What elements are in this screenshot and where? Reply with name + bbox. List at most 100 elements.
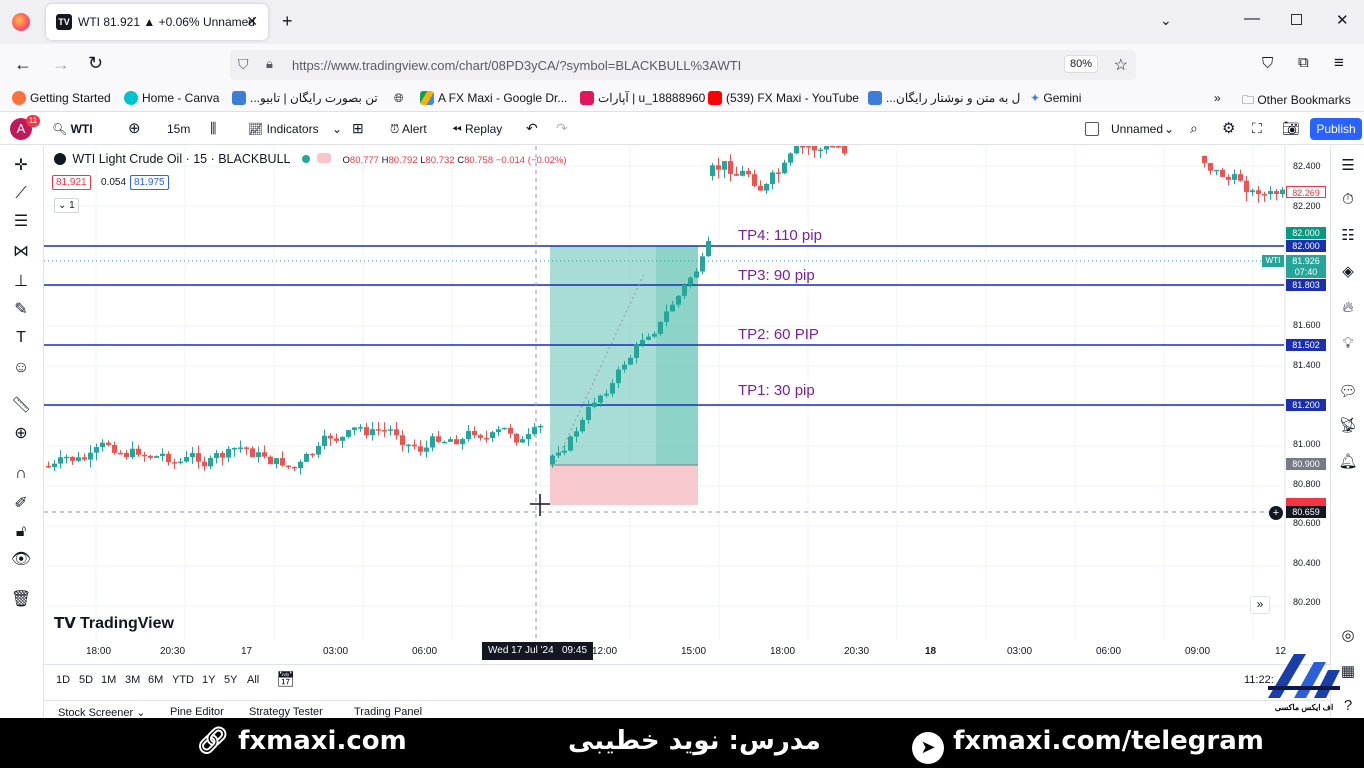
tab-strategy-tester[interactable]: Strategy Tester <box>249 706 323 718</box>
patterns-icon[interactable]: ⋈ <box>11 242 31 262</box>
back-icon[interactable]: ← <box>14 54 32 75</box>
close-window-icon[interactable]: ✕ <box>1336 11 1349 29</box>
trend-line-icon[interactable]: ⟋ <box>11 184 31 204</box>
tp4-label[interactable]: TP4: 110 pip <box>738 227 822 244</box>
watchlist-icon[interactable]: ☰ <box>1338 156 1358 176</box>
redo-icon[interactable]: ↷ <box>556 120 568 137</box>
ideas-bulb-icon[interactable]: 💡︎ <box>1338 334 1358 354</box>
pocket-icon[interactable]: ⛉ <box>1262 55 1273 72</box>
bookmark-gemini[interactable]: ✦ Gemini <box>1030 91 1081 105</box>
scroll-to-realtime-icon[interactable]: » <box>1250 596 1270 614</box>
interval-button[interactable]: 15m <box>167 122 190 136</box>
lock-icon[interactable]: 🔒︎ <box>266 56 273 72</box>
layout-name[interactable]: Unnamed <box>1111 122 1163 136</box>
fullscreen-icon[interactable]: ⛶ <box>1252 120 1262 137</box>
go-to-date-calendar-icon[interactable]: 📅︎ <box>276 670 295 688</box>
measure-icon[interactable]: ⊥ <box>11 272 31 292</box>
range-1m[interactable]: 1M <box>101 674 116 686</box>
lock-drawings-icon[interactable]: 🔓︎ <box>11 522 31 542</box>
stay-drawing-icon[interactable]: ✐ <box>11 494 31 514</box>
price-chart-canvas[interactable] <box>44 146 1330 640</box>
indicators-button[interactable]: 📈︎ Indicators <box>248 122 319 136</box>
zoom-in-icon[interactable]: ⊕ <box>11 424 31 444</box>
tp1-label[interactable]: TP1: 30 pip <box>738 382 815 399</box>
tp3-label[interactable]: TP3: 90 pip <box>738 267 815 284</box>
tab-trading-panel[interactable]: Trading Panel <box>354 706 422 718</box>
emoji-icon[interactable]: ☺ <box>11 358 31 378</box>
new-tab-icon[interactable]: + <box>282 11 293 32</box>
object-tree-icon[interactable]: ☷ <box>1338 226 1358 246</box>
dom-icon[interactable]: ◎ <box>1338 626 1358 646</box>
bookmark-aparat[interactable]: آپارات | u_18888960 <box>580 91 705 105</box>
range-5y[interactable]: 5Y <box>224 674 237 686</box>
brush-icon[interactable]: ✎ <box>11 300 31 320</box>
ruler-icon[interactable]: 📏︎ <box>11 396 31 416</box>
url-text[interactable]: https://www.tradingview.com/chart/08PD3y… <box>292 58 741 73</box>
minimize-icon[interactable]: — <box>1244 10 1260 28</box>
bookmark-getting-started[interactable]: Getting Started <box>12 91 111 105</box>
banner-site[interactable]: 🔗︎ fxmaxi.com <box>196 726 407 756</box>
magnet-icon[interactable]: ∩ <box>11 464 31 484</box>
hotlist-flame-icon[interactable]: 🔥︎ <box>1338 298 1358 318</box>
bookmark-youtube[interactable]: (539) FX Maxi - YouTube <box>708 91 859 105</box>
restore-icon[interactable] <box>1291 14 1302 25</box>
settings-gear-icon[interactable]: ⚙ <box>1222 119 1235 137</box>
bookmark-canva[interactable]: Home - Canva <box>124 91 219 105</box>
bookmark-text-converter[interactable]: ...ل به متن و نوشتار رایگان <box>868 91 1020 105</box>
templates-icon[interactable]: ⊞ <box>352 120 364 137</box>
more-bookmarks-icon[interactable]: » <box>1214 91 1221 105</box>
close-tab-icon[interactable]: ✕ <box>246 13 258 30</box>
replay-button[interactable]: ⏪︎ Replay <box>452 122 502 137</box>
bookmark-google-drive[interactable]: A FX Maxi - Google Dr... <box>420 91 567 105</box>
range-5d[interactable]: 5D <box>79 674 93 686</box>
firefox-icon[interactable] <box>12 13 30 31</box>
text-icon[interactable]: T <box>11 328 31 348</box>
alerts-clock-icon[interactable]: ⏱︎ <box>1338 190 1358 210</box>
banner-telegram[interactable]: ➤ fxmaxi.com/telegram <box>912 726 1264 764</box>
layers-icon[interactable]: ◈ <box>1338 262 1358 282</box>
extensions-icon[interactable]: ⧉ <box>1298 54 1309 71</box>
bookmark-tabio[interactable]: ...تن بصورت رایگان | تابیو <box>232 91 378 105</box>
hide-drawings-eye-icon[interactable]: 👁︎ <box>11 550 31 570</box>
candles-icon[interactable]: ⫼ <box>210 120 216 137</box>
active-tab[interactable]: TV WTI 81.921 ▲ +0.06% Unnamed ✕ <box>46 4 268 40</box>
alert-button[interactable]: ⏰︎ Alert <box>390 122 427 137</box>
zoom-level[interactable]: 80% <box>1063 55 1098 73</box>
sell-price-button[interactable]: 81.921 <box>52 175 91 190</box>
layout-checkbox[interactable] <box>1085 122 1099 136</box>
quick-search-icon[interactable]: ⌕ <box>1190 120 1198 137</box>
legend-title[interactable]: WTI Light Crude Oil · 15 · BLACKBULL <box>72 152 290 166</box>
address-bar[interactable]: ⛉ 🔒︎ https://www.tradingview.com/chart/0… <box>230 50 1136 80</box>
undo-icon[interactable]: ↶ <box>526 120 538 137</box>
reload-icon[interactable]: ↻ <box>88 53 103 74</box>
range-all[interactable]: All <box>247 674 259 686</box>
tp2-label[interactable]: TP2: 60 PIP <box>738 326 819 343</box>
streams-icon[interactable]: 📡︎ <box>1338 416 1358 436</box>
range-1d[interactable]: 1D <box>56 674 70 686</box>
other-bookmarks[interactable]: 🗀︎ Other Bookmarks <box>1242 91 1351 112</box>
chat-icon[interactable]: 💬︎ <box>1338 382 1358 402</box>
range-1y[interactable]: 1Y <box>202 674 215 686</box>
add-plus-icon[interactable]: + <box>1269 506 1283 520</box>
range-ytd[interactable]: YTD <box>172 674 194 686</box>
range-6m[interactable]: 6M <box>148 674 163 686</box>
range-3m[interactable]: 3M <box>125 674 140 686</box>
layout-dropdown-icon[interactable]: ⌄ <box>1164 122 1174 136</box>
bookmark-star-icon[interactable]: ☆ <box>1114 55 1128 75</box>
snapshot-camera-icon[interactable]: 📷︎ <box>1282 120 1300 137</box>
publish-button[interactable]: Publish <box>1310 118 1362 140</box>
list-tabs-icon[interactable]: ⌄ <box>1160 12 1172 29</box>
crosshair-icon[interactable]: ✛ <box>11 156 31 176</box>
tab-pine-editor[interactable]: Pine Editor <box>170 706 224 718</box>
symbol-search[interactable]: 🔍︎ WTI <box>52 122 93 136</box>
menu-icon[interactable]: ≡ <box>1334 53 1344 73</box>
chart-pane[interactable] <box>44 146 1330 640</box>
trash-icon[interactable]: 🗑︎ <box>11 590 31 610</box>
fib-retracement-icon[interactable]: ☰ <box>11 212 31 232</box>
forward-icon[interactable]: → <box>52 54 70 75</box>
indicators-dropdown-icon[interactable]: ⌄ <box>332 122 342 136</box>
compare-icon[interactable]: ⊕ <box>128 119 141 137</box>
notifications-bell-icon[interactable]: 🔔︎ <box>1338 452 1358 472</box>
globe-icon[interactable]: 🌐︎ <box>394 91 404 106</box>
buy-price-button[interactable]: 81.975 <box>130 175 169 190</box>
